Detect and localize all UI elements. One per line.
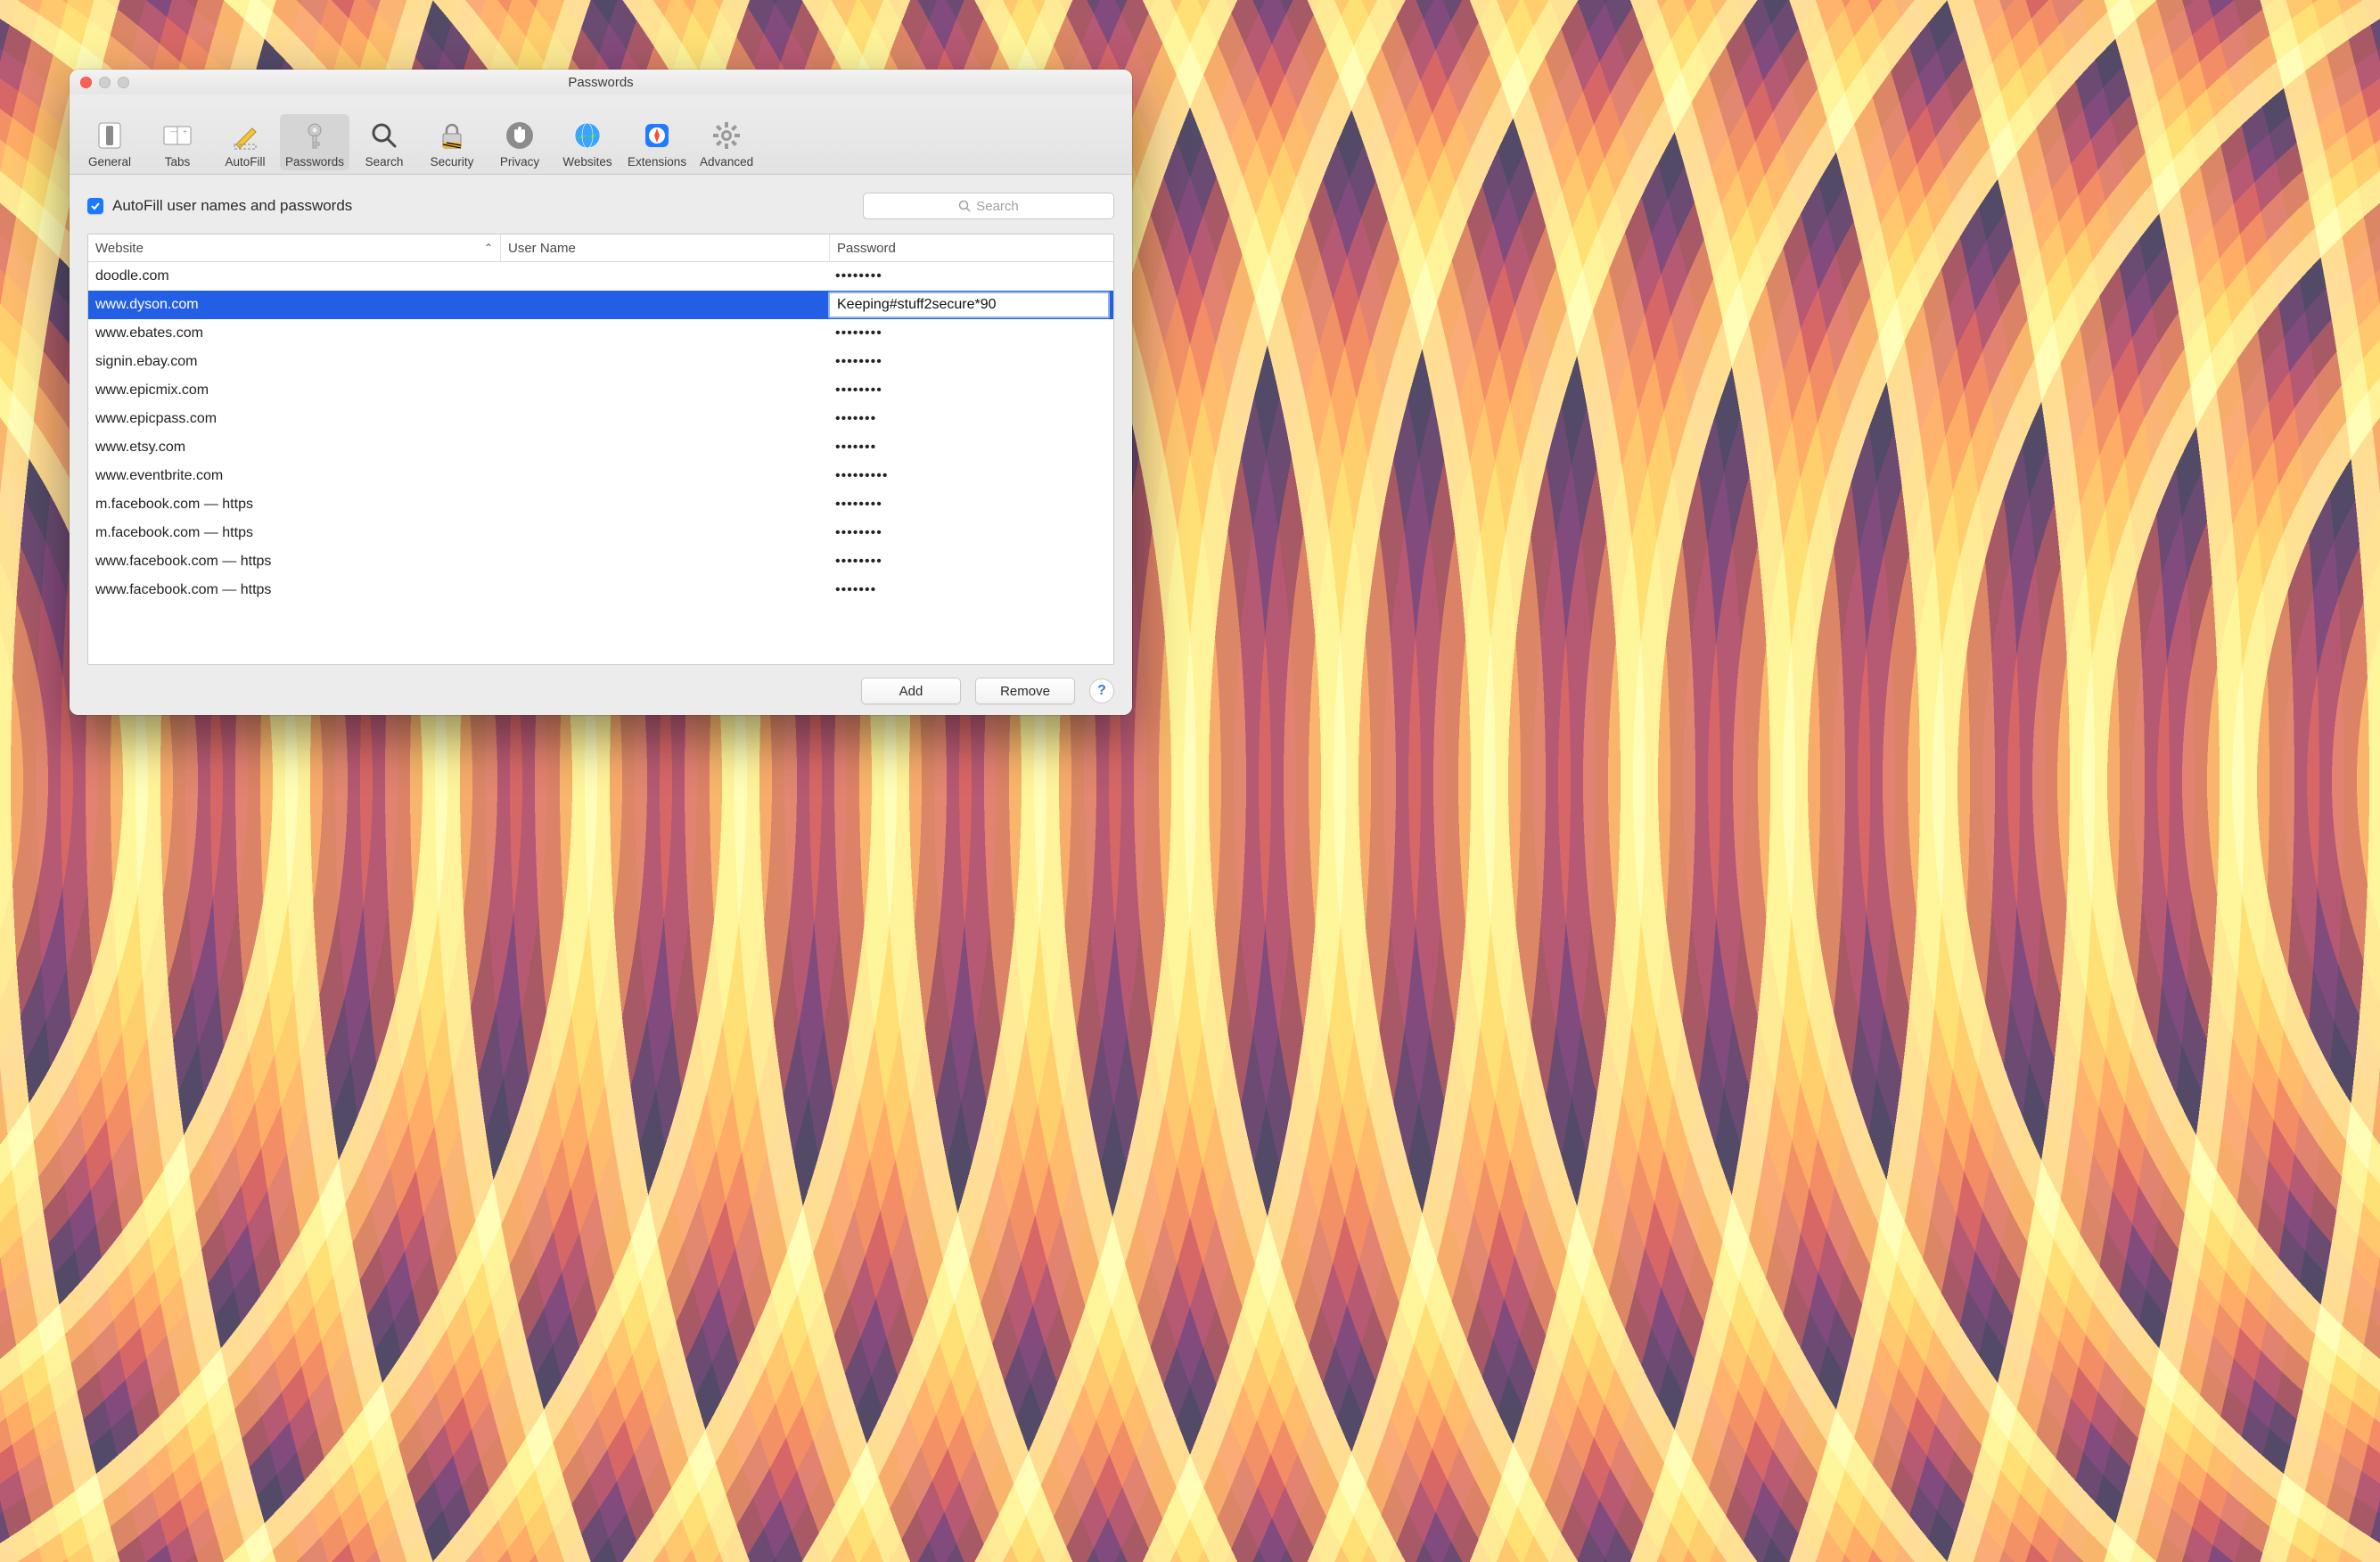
tab-label: Advanced (700, 155, 753, 169)
tab-advanced[interactable]: Advanced (693, 114, 759, 170)
cell-website: www.etsy.com (88, 440, 500, 456)
tab-websites[interactable]: Websites (554, 114, 620, 170)
cell-website: www.facebook.com — https (88, 554, 500, 570)
tab-passwords[interactable]: Passwords (280, 114, 349, 170)
col-website[interactable]: Website ⌃ (88, 234, 501, 261)
table-row[interactable]: doodle.com •••••••• (88, 262, 1113, 291)
cell-password: •••••••• (828, 554, 1113, 570)
cell-website: www.dyson.com (88, 297, 500, 313)
cell-website: www.epicmix.com (88, 382, 500, 399)
lock-icon (434, 118, 470, 153)
table-row[interactable]: www.etsy.com ••••••• (88, 433, 1113, 462)
tab-tabs[interactable]: —+ Tabs (144, 114, 210, 170)
tab-label: Websites (562, 155, 611, 169)
cell-website: www.eventbrite.com (88, 468, 500, 484)
table-row[interactable]: www.epicmix.com •••••••• (88, 376, 1113, 405)
search-icon (958, 200, 971, 212)
cell-website: m.facebook.com — https (88, 497, 500, 513)
cell-password: •••••••• (828, 268, 1113, 284)
table-row[interactable]: www.facebook.com — https ••••••• (88, 576, 1113, 604)
cell-website: www.epicpass.com (88, 411, 500, 427)
table-row[interactable]: www.eventbrite.com ••••••••• (88, 462, 1113, 490)
tab-autofill[interactable]: AutoFill (212, 114, 278, 170)
table-row[interactable]: m.facebook.com — https •••••••• (88, 490, 1113, 519)
table-row[interactable]: www.ebates.com •••••••• (88, 319, 1113, 348)
table-body: doodle.com •••••••• www.dyson.com Keeping#s… (88, 262, 1113, 664)
tab-privacy[interactable]: Privacy (487, 114, 553, 170)
col-username[interactable]: User Name (501, 234, 830, 261)
cell-password: •••••••• (828, 382, 1113, 399)
add-button[interactable]: Add (861, 678, 961, 704)
footer: Add Remove ? (87, 665, 1114, 704)
cell-password: •••••••• (828, 325, 1113, 341)
cell-password: ••••••• (828, 440, 1113, 456)
autofill-checkbox-label: AutoFill user names and passwords (112, 197, 352, 215)
hand-icon (502, 118, 538, 153)
tab-label: Passwords (285, 155, 344, 169)
cell-website: doodle.com (88, 268, 500, 284)
tab-label: Tabs (165, 155, 191, 169)
tab-label: Search (365, 155, 404, 169)
key-icon (297, 118, 332, 153)
passwords-table: Website ⌃ User Name Password doodle.com •… (87, 234, 1114, 665)
cell-website: www.ebates.com (88, 325, 500, 341)
tabs-icon: —+ (160, 118, 195, 153)
svg-text:+: + (183, 127, 187, 136)
tab-security[interactable]: Security (419, 114, 485, 170)
col-website-label: Website (95, 241, 144, 256)
tab-label: Privacy (500, 155, 539, 169)
col-username-label: User Name (508, 241, 576, 256)
table-row[interactable]: www.epicpass.com ••••••• (88, 405, 1113, 433)
table-row[interactable]: www.facebook.com — https •••••••• (88, 547, 1113, 576)
sort-ascending-icon: ⌃ (484, 242, 493, 254)
magnifier-icon (366, 118, 402, 153)
remove-button[interactable]: Remove (975, 678, 1075, 704)
help-button[interactable]: ? (1089, 678, 1114, 703)
window-title: Passwords (70, 75, 1132, 90)
tab-label: Extensions (628, 155, 686, 169)
cell-password: ••••••• (828, 411, 1113, 427)
table-row[interactable]: www.dyson.com Keeping#stuff2secure*90 (88, 291, 1113, 319)
tab-search[interactable]: Search (351, 114, 417, 170)
cell-website: www.facebook.com — https (88, 582, 500, 598)
pencil-icon (227, 118, 263, 153)
tab-label: General (88, 155, 131, 169)
cell-password: ••••••• (828, 582, 1113, 598)
search-placeholder: Search (976, 199, 1019, 214)
compass-icon (639, 118, 675, 153)
gear-icon (709, 118, 744, 153)
cell-website: signin.ebay.com (88, 354, 500, 370)
autofill-checkbox-row[interactable]: AutoFill user names and passwords (87, 197, 352, 215)
autofill-checkbox[interactable] (87, 198, 103, 214)
table-header: Website ⌃ User Name Password (88, 234, 1113, 262)
table-row[interactable]: m.facebook.com — https •••••••• (88, 519, 1113, 547)
search-input[interactable]: Search (863, 193, 1114, 219)
col-password-label: Password (837, 241, 896, 256)
cell-password: ••••••••• (828, 468, 1113, 484)
switch-icon (92, 118, 127, 153)
cell-password: •••••••• (828, 525, 1113, 541)
col-password[interactable]: Password (830, 234, 1113, 261)
tab-label: AutoFill (225, 155, 265, 169)
preferences-window: Passwords General —+ Tabs AutoFill P (70, 70, 1132, 715)
content-topbar: AutoFill user names and passwords Search (87, 193, 1114, 219)
content-area: AutoFill user names and passwords Search… (70, 175, 1132, 715)
titlebar: Passwords (70, 70, 1132, 95)
tab-label: Security (431, 155, 474, 169)
tab-general[interactable]: General (77, 114, 143, 170)
cell-password: •••••••• (828, 354, 1113, 370)
cell-website: m.facebook.com — https (88, 525, 500, 541)
table-row[interactable]: signin.ebay.com •••••••• (88, 348, 1113, 376)
cell-password: •••••••• (828, 497, 1113, 513)
globe-icon (570, 118, 605, 153)
preferences-toolbar: General —+ Tabs AutoFill Passwords Searc… (70, 95, 1132, 175)
tab-extensions[interactable]: Extensions (622, 114, 692, 170)
svg-text:—: — (170, 127, 177, 136)
cell-password[interactable]: Keeping#stuff2secure*90 (828, 292, 1110, 318)
